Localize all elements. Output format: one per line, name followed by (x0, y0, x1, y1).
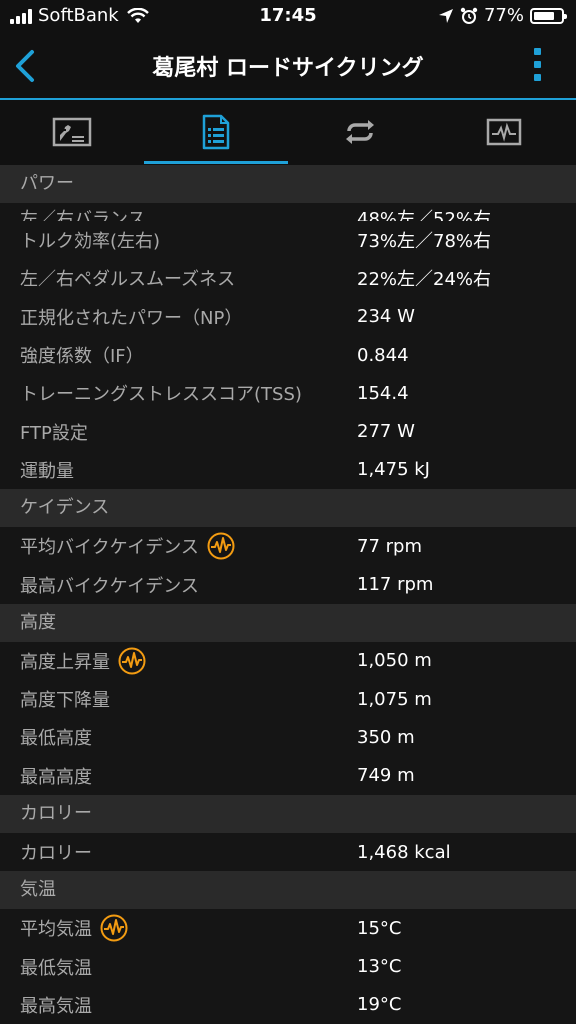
row-label: 最低高度 (20, 728, 92, 750)
row-value: 48%左／52%右 (357, 209, 492, 221)
row-value: 1,075 m (357, 688, 432, 710)
list-item: 最低気温 13°C (0, 947, 576, 986)
row-label: 強度係数（IF） (20, 346, 144, 368)
row-label: 高度下降量 (20, 690, 110, 712)
list-item: 最高バイクケイデンス 117 rpm (0, 565, 576, 604)
repeat-icon (346, 120, 374, 144)
row-label: 最高気温 (20, 995, 92, 1017)
row-label: 左／右ペダルスムーズネス (20, 269, 236, 291)
tab-map-chart[interactable] (0, 100, 144, 164)
document-list-icon (202, 114, 230, 150)
row-label: 高度上昇量 (0, 647, 357, 675)
back-arrow-icon[interactable] (10, 48, 46, 84)
list-item: FTP設定 277 W (0, 412, 576, 451)
row-label: 最高高度 (20, 766, 92, 788)
section-header-cadence: ケイデンス (0, 489, 576, 528)
battery-percent: 77% (483, 5, 524, 26)
row-value: 1,050 m (357, 650, 432, 672)
navigation-bar: 葛尾村 ロードサイクリング (0, 34, 576, 100)
list-item: 左／右バランス 48%左／52%右 (0, 203, 576, 221)
list-item: 運動量 1,475 kJ (0, 450, 576, 490)
row-value: 13°C (357, 956, 402, 978)
section-header-calories: カロリー (0, 794, 576, 833)
tab-bar (0, 100, 576, 164)
list-item: トレーニングストレススコア(TSS) 154.4 (0, 374, 576, 413)
list-item: 正規化されたパワー（NP） 234 W (0, 297, 576, 336)
list-item: 最低高度 350 m (0, 718, 576, 757)
section-header-elevation: 高度 (0, 603, 576, 642)
row-value: 0.844 (357, 344, 409, 366)
chart-badge-icon[interactable] (118, 647, 146, 675)
row-value: 15°C (357, 917, 402, 939)
row-value: 749 m (357, 765, 415, 787)
list-item: 強度係数（IF） 0.844 (0, 335, 576, 375)
row-label: トルク効率(左右) (20, 231, 161, 253)
list-item[interactable]: 高度上昇量 1,050 m (0, 641, 576, 680)
section-header-power: パワー (0, 165, 576, 203)
chart-badge-icon[interactable] (100, 914, 128, 942)
battery-icon (530, 7, 567, 24)
row-value: 1,468 kcal (357, 841, 451, 863)
list-item: 左／右ペダルスムーズネス 22%左／24%右 (0, 259, 576, 298)
row-value: 277 W (357, 421, 415, 443)
list-item: 高度下降量 1,075 m (0, 679, 576, 719)
row-value: 117 rpm (357, 574, 434, 596)
location-icon (438, 8, 453, 23)
row-label: FTP設定 (20, 422, 88, 444)
row-value: 350 m (357, 726, 415, 748)
row-value: 234 W (357, 306, 415, 328)
list-item: カロリー 1,468 kcal (0, 832, 576, 872)
row-value: 1,475 kJ (357, 459, 430, 481)
row-value: 154.4 (357, 382, 409, 404)
chart-badge-icon[interactable] (207, 532, 235, 560)
list-item: 最高気温 19°C (0, 985, 576, 1024)
list-item: トルク効率(左右) 73%左／78%右 (0, 221, 576, 260)
tab-details[interactable] (144, 100, 288, 164)
detail-list[interactable]: パワー 左／右バランス 48%左／52%右 トルク効率(左右) 73%左／78%… (0, 165, 576, 1024)
row-label: 平均バイクケイデンス (0, 532, 357, 560)
list-item[interactable]: 平均気温 15°C (0, 909, 576, 948)
tab-graphs[interactable] (432, 100, 576, 164)
more-options-icon[interactable] (534, 48, 542, 81)
list-item: 最高高度 749 m (0, 756, 576, 795)
row-label: 運動量 (20, 460, 74, 482)
page-title: 葛尾村 ロードサイクリング (152, 56, 424, 81)
row-value: 19°C (357, 994, 402, 1016)
row-value: 77 rpm (357, 535, 422, 557)
section-header-temperature: 気温 (0, 871, 576, 910)
row-value: 73%左／78%右 (357, 231, 492, 253)
row-label: 最高バイクケイデンス (20, 575, 199, 597)
row-label: カロリー (20, 843, 92, 864)
status-bar: SoftBank 17:45 77% (0, 0, 576, 34)
row-value: 22%左／24%右 (357, 269, 492, 291)
tab-laps[interactable] (288, 100, 432, 164)
row-label: 正規化されたパワー（NP） (20, 307, 243, 329)
battery-fill (534, 11, 554, 20)
alarm-icon (460, 7, 478, 24)
list-item[interactable]: 平均バイクケイデンス 77 rpm (0, 527, 576, 566)
row-label: トレーニングストレススコア(TSS) (20, 384, 302, 406)
row-label: 最低気温 (20, 957, 92, 979)
row-label: 左／右バランス (20, 209, 146, 221)
map-chart-icon (52, 117, 92, 147)
row-label: 平均気温 (0, 914, 357, 942)
status-right: 77% (438, 5, 567, 26)
graph-icon (486, 118, 522, 146)
